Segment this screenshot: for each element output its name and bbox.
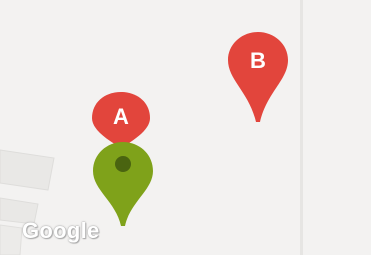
marker-label: A	[113, 104, 129, 129]
map-tiles	[0, 0, 371, 255]
road-line	[300, 0, 303, 255]
google-logo: Google	[22, 218, 100, 243]
building-block	[0, 224, 23, 255]
map-marker-current[interactable]	[90, 140, 156, 228]
map-pin-icon	[93, 142, 153, 226]
marker-label: B	[250, 48, 266, 73]
map-marker-b[interactable]: B	[225, 30, 291, 124]
map-pin-icon	[228, 32, 288, 122]
map-canvas[interactable]: A B Google	[0, 0, 371, 255]
